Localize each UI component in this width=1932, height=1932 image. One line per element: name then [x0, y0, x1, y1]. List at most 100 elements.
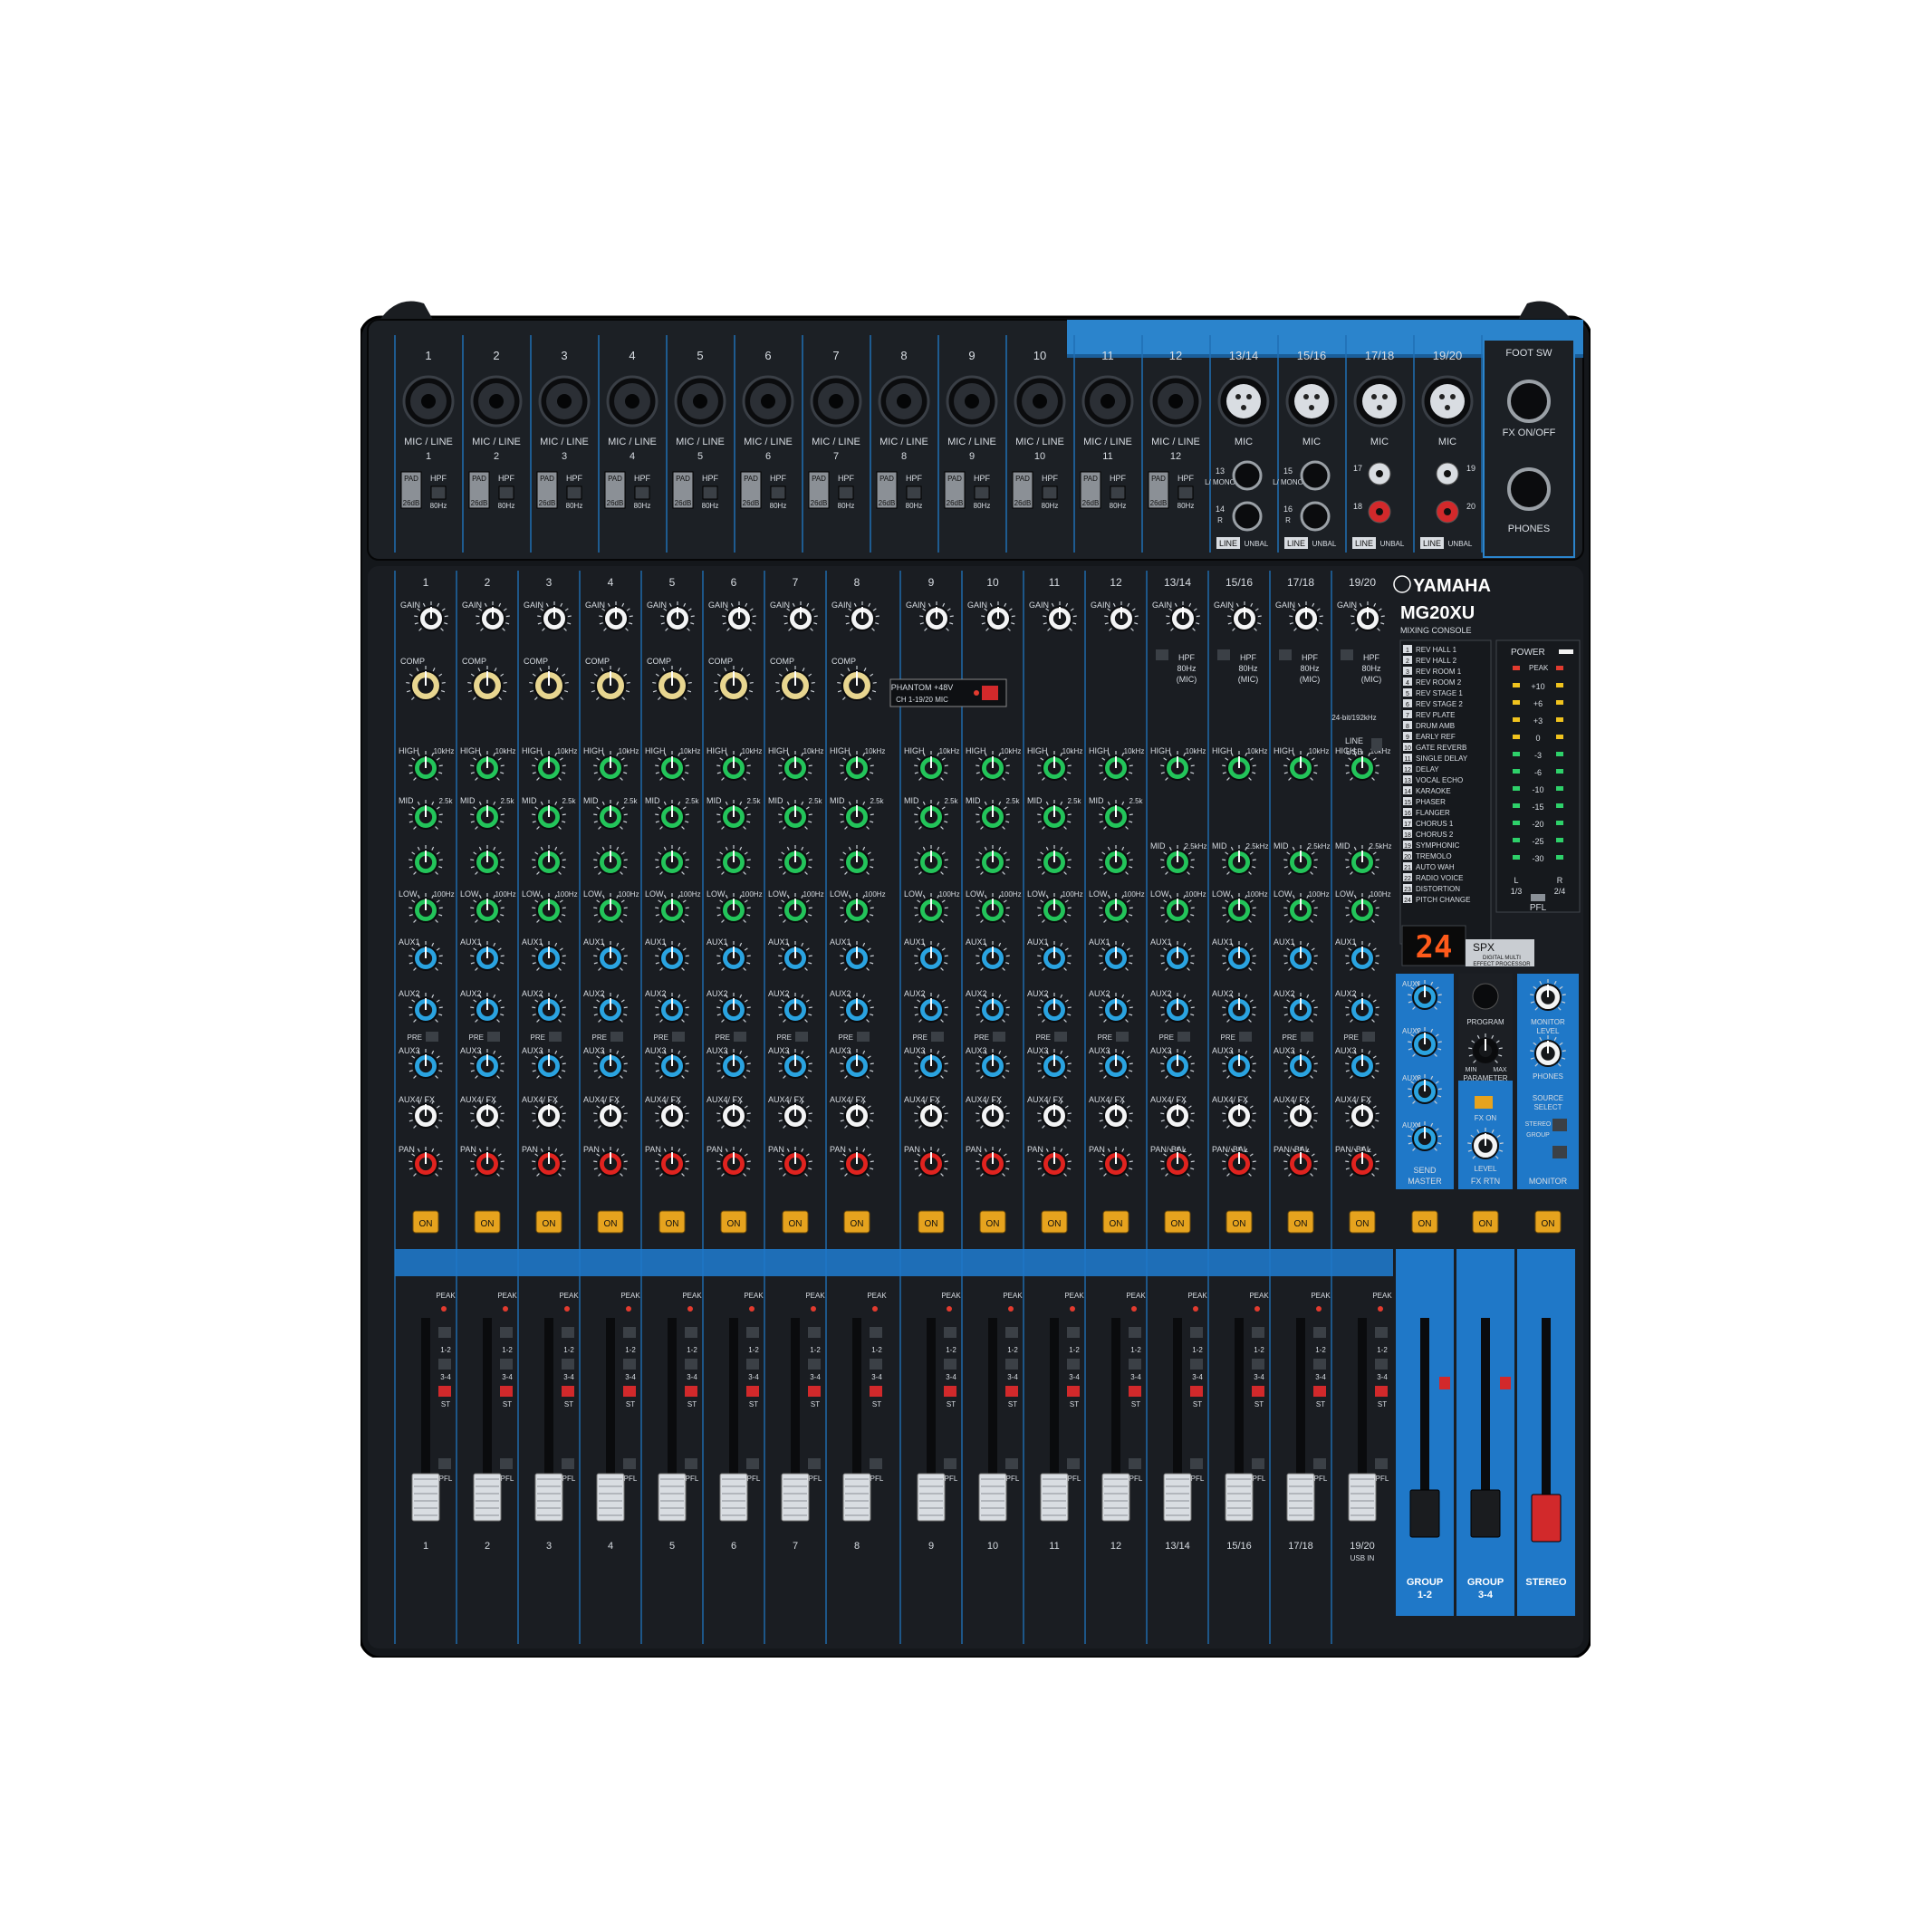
hpf-switch[interactable] [838, 485, 854, 500]
pre-switch[interactable] [610, 1032, 623, 1042]
group-1-2-switch[interactable] [1313, 1327, 1326, 1338]
group-1-2-switch[interactable] [562, 1327, 574, 1338]
line-usb-switch[interactable] [1371, 738, 1382, 751]
group-to-st-switch[interactable] [1439, 1377, 1450, 1389]
hpf-switch[interactable] [974, 485, 990, 500]
group-1-2-switch[interactable] [1190, 1327, 1203, 1338]
master-fader-cap[interactable] [1470, 1489, 1501, 1538]
group-1-2-switch[interactable] [1375, 1327, 1388, 1338]
hpf-mic-switch[interactable] [1341, 649, 1353, 660]
pre-switch[interactable] [1362, 1032, 1375, 1042]
group-1-2-switch[interactable] [1005, 1327, 1018, 1338]
group-3-4-switch[interactable] [438, 1359, 451, 1370]
group-3-4-switch[interactable] [623, 1359, 636, 1370]
pfl-switch[interactable] [1313, 1458, 1326, 1469]
group-3-4-switch[interactable] [1252, 1359, 1264, 1370]
channel-fader-cap[interactable] [781, 1473, 810, 1522]
hpf-switch[interactable] [430, 485, 447, 500]
source-group-switch[interactable] [1552, 1146, 1567, 1158]
st-switch[interactable] [623, 1386, 636, 1397]
channel-fader-cap[interactable] [596, 1473, 625, 1522]
group-3-4-switch[interactable] [1190, 1359, 1203, 1370]
st-switch[interactable] [500, 1386, 513, 1397]
master-fader-cap[interactable] [1531, 1494, 1562, 1543]
hpf-switch[interactable] [702, 485, 718, 500]
channel-fader-cap[interactable] [658, 1473, 687, 1522]
group-3-4-switch[interactable] [944, 1359, 956, 1370]
line-jack-l-input[interactable] [1232, 460, 1263, 491]
group-1-2-switch[interactable] [500, 1327, 513, 1338]
pfl-switch[interactable] [1190, 1458, 1203, 1469]
group-1-2-switch[interactable] [1252, 1327, 1264, 1338]
pre-switch[interactable] [734, 1032, 746, 1042]
channel-fader-cap[interactable] [978, 1473, 1007, 1522]
pfl-switch[interactable] [623, 1458, 636, 1469]
st-switch[interactable] [1190, 1386, 1203, 1397]
group-3-4-switch[interactable] [1375, 1359, 1388, 1370]
group-1-2-switch[interactable] [438, 1327, 451, 1338]
pfl-switch[interactable] [870, 1458, 882, 1469]
program-selector[interactable] [1472, 983, 1499, 1010]
source-stereo-switch[interactable] [1552, 1119, 1567, 1131]
line-jack-l-input[interactable] [1300, 460, 1331, 491]
group-to-st-switch[interactable] [1500, 1377, 1511, 1389]
channel-fader-cap[interactable] [473, 1473, 502, 1522]
channel-fader-cap[interactable] [1101, 1473, 1130, 1522]
pfl-switch[interactable] [944, 1458, 956, 1469]
foot-sw-jack[interactable] [1507, 380, 1551, 423]
pre-switch[interactable] [1116, 1032, 1129, 1042]
pre-switch[interactable] [672, 1032, 685, 1042]
group-3-4-switch[interactable] [746, 1359, 759, 1370]
pre-switch[interactable] [1054, 1032, 1067, 1042]
phantom-switch[interactable] [982, 686, 998, 700]
st-switch[interactable] [685, 1386, 697, 1397]
pre-switch[interactable] [795, 1032, 808, 1042]
master-fader-cap[interactable] [1409, 1489, 1440, 1538]
line-jack-r-input[interactable] [1300, 501, 1331, 532]
group-1-2-switch[interactable] [808, 1327, 821, 1338]
group-1-2-switch[interactable] [1129, 1327, 1141, 1338]
group-3-4-switch[interactable] [685, 1359, 697, 1370]
pfl-switch[interactable] [562, 1458, 574, 1469]
group-1-2-switch[interactable] [1067, 1327, 1080, 1338]
st-switch[interactable] [1375, 1386, 1388, 1397]
pre-switch[interactable] [857, 1032, 870, 1042]
st-switch[interactable] [808, 1386, 821, 1397]
pfl-switch[interactable] [808, 1458, 821, 1469]
channel-fader-cap[interactable] [1163, 1473, 1192, 1522]
group-3-4-switch[interactable] [1067, 1359, 1080, 1370]
hpf-switch[interactable] [770, 485, 786, 500]
hpf-mic-switch[interactable] [1217, 649, 1230, 660]
pfl-switch[interactable] [1129, 1458, 1141, 1469]
pre-switch[interactable] [549, 1032, 562, 1042]
group-3-4-switch[interactable] [562, 1359, 574, 1370]
hpf-switch[interactable] [906, 485, 922, 500]
hpf-switch[interactable] [1177, 485, 1194, 500]
phones-jack[interactable] [1507, 467, 1551, 511]
hpf-switch[interactable] [498, 485, 514, 500]
group-3-4-switch[interactable] [870, 1359, 882, 1370]
hpf-switch[interactable] [1042, 485, 1058, 500]
pre-switch[interactable] [1301, 1032, 1313, 1042]
group-3-4-switch[interactable] [1005, 1359, 1018, 1370]
channel-fader-cap[interactable] [411, 1473, 440, 1522]
pfl-switch[interactable] [1005, 1458, 1018, 1469]
st-switch[interactable] [1067, 1386, 1080, 1397]
st-switch[interactable] [1252, 1386, 1264, 1397]
st-switch[interactable] [1313, 1386, 1326, 1397]
hpf-switch[interactable] [566, 485, 582, 500]
st-switch[interactable] [438, 1386, 451, 1397]
pre-switch[interactable] [426, 1032, 438, 1042]
pre-switch[interactable] [993, 1032, 1005, 1042]
group-3-4-switch[interactable] [500, 1359, 513, 1370]
pre-switch[interactable] [487, 1032, 500, 1042]
st-switch[interactable] [1005, 1386, 1018, 1397]
group-3-4-switch[interactable] [1129, 1359, 1141, 1370]
group-3-4-switch[interactable] [808, 1359, 821, 1370]
st-switch[interactable] [1129, 1386, 1141, 1397]
group-3-4-switch[interactable] [1313, 1359, 1326, 1370]
pfl-switch[interactable] [500, 1458, 513, 1469]
hpf-mic-switch[interactable] [1279, 649, 1292, 660]
pfl-switch[interactable] [438, 1458, 451, 1469]
group-1-2-switch[interactable] [685, 1327, 697, 1338]
